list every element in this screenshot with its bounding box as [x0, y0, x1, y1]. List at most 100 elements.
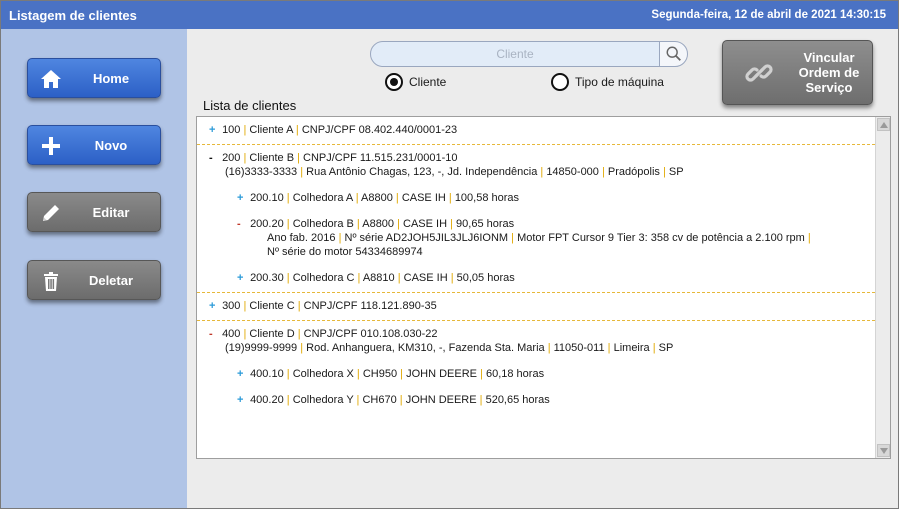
machine-hours: 520,65 horas — [485, 394, 550, 406]
machine-brand: CASE IH — [403, 272, 448, 284]
machine-model: CH950 — [362, 368, 398, 380]
pencil-icon — [43, 205, 59, 221]
machine-model: A8810 — [362, 272, 395, 284]
machine-hours: 50,05 horas — [456, 272, 515, 284]
edit-button[interactable]: Editar — [27, 192, 161, 232]
edit-button-label: Editar — [92, 205, 130, 220]
machine-row[interactable]: + 400.20 | Colhedora Y | CH670 | JOHN DE… — [209, 393, 875, 407]
machine-name: Colhedora C — [292, 272, 355, 284]
machine-row[interactable]: - 200.20 | Colhedora B | A8800 | CASE IH… — [209, 217, 875, 231]
radio-client-dot[interactable] — [385, 73, 403, 91]
search-bar — [370, 41, 688, 67]
machine-brand: CASE IH — [401, 192, 446, 204]
client-name: Cliente C — [249, 300, 295, 312]
machine-name: Colhedora B — [292, 218, 354, 230]
trash-icon — [44, 272, 58, 291]
client-doc: CNPJ/CPF 118.121.890-35 — [303, 300, 437, 312]
client-list: + 100 | Cliente A | CNPJ/CPF 08.402.440/… — [196, 116, 891, 459]
expand-icon[interactable]: + — [209, 123, 219, 137]
client-phone: (19)9999-9999 — [225, 342, 298, 354]
machine-hours: 90,65 horas — [456, 218, 515, 230]
machine-brand: JOHN DEERE — [406, 368, 477, 380]
expand-icon[interactable]: + — [237, 367, 247, 381]
client-cep: 11050-011 — [553, 342, 605, 354]
machine-name: Colhedora X — [292, 368, 354, 380]
machine-row[interactable]: + 200.10 | Colhedora A | A8800 | CASE IH… — [209, 191, 875, 205]
client-list-content: + 100 | Cliente A | CNPJ/CPF 08.402.440/… — [197, 117, 875, 414]
new-button-label: Novo — [94, 138, 128, 153]
collapse-icon[interactable]: - — [237, 217, 247, 231]
client-city: Limeira — [613, 342, 650, 354]
client-id: 400 — [222, 328, 241, 340]
machine-brand: JOHN DEERE — [405, 394, 477, 406]
filter-radio-machine-type[interactable]: Tipo de máquina — [551, 73, 664, 91]
vertical-scrollbar[interactable] — [875, 117, 890, 458]
machine-id: 200.20 — [250, 218, 284, 230]
expand-icon[interactable]: + — [237, 271, 247, 285]
link-icon — [745, 64, 773, 82]
client-row[interactable]: - 400 | Cliente D | CNPJ/CPF 010.108.030… — [197, 321, 875, 414]
app-window: Listagem de clientes Segunda-feira, 12 d… — [0, 0, 899, 509]
title-bar: Listagem de clientes Segunda-feira, 12 d… — [1, 1, 898, 29]
machine-model: CH670 — [362, 394, 397, 406]
client-id: 300 — [222, 300, 241, 312]
datetime-display: Segunda-feira, 12 de abril de 2021 14:30… — [651, 9, 886, 21]
window-title: Listagem de clientes — [9, 8, 137, 23]
plus-icon — [42, 137, 60, 155]
filter-radio-client[interactable]: Cliente — [385, 73, 446, 91]
client-state: SP — [668, 166, 684, 178]
client-doc: CNPJ/CPF 010.108.030-22 — [303, 328, 438, 340]
machine-serial: Nº série AD2JOH5JIL3JLJ6IONM — [344, 232, 509, 244]
client-id: 100 — [222, 124, 241, 136]
expand-icon[interactable]: + — [237, 393, 247, 407]
delete-button-label: Deletar — [88, 273, 134, 288]
machine-name: Colhedora A — [292, 192, 353, 204]
machine-hours: 100,58 horas — [454, 192, 520, 204]
sidebar: Home Novo Editar Deletar — [1, 29, 187, 508]
machine-row[interactable]: + 400.10 | Colhedora X | CH950 | JOHN DE… — [209, 367, 875, 381]
client-doc: CNPJ/CPF 11.515.231/0001-10 — [303, 152, 458, 164]
collapse-icon[interactable]: - — [209, 327, 219, 341]
scroll-up-arrow-icon[interactable] — [877, 118, 890, 131]
machine-brand: CASE IH — [403, 218, 448, 230]
client-city: Pradópolis — [607, 166, 660, 178]
client-name: Cliente A — [249, 124, 293, 136]
delete-button[interactable]: Deletar — [27, 260, 161, 300]
machine-name: Colhedora Y — [292, 394, 354, 406]
machine-model: A8800 — [362, 218, 395, 230]
machine-year: Ano fab. 2016 — [267, 232, 336, 244]
search-button[interactable] — [659, 41, 688, 67]
link-label-line2: Ordem de — [798, 65, 860, 80]
scroll-down-arrow-icon[interactable] — [877, 444, 890, 457]
machine-row[interactable]: + 200.30 | Colhedora C | A8810 | CASE IH… — [209, 271, 875, 285]
link-service-order-button[interactable]: Vincular Ordem de Serviço — [722, 40, 873, 105]
machine-engine: Motor FPT Cursor 9 Tier 3: 358 cv de pot… — [517, 232, 805, 244]
collapse-icon[interactable]: - — [209, 151, 219, 165]
machine-id: 400.10 — [250, 368, 284, 380]
main-panel: Cliente Tipo de máquina Vincular Ordem d… — [187, 29, 898, 508]
search-input[interactable] — [370, 41, 660, 67]
expand-icon[interactable]: + — [237, 191, 247, 205]
expand-icon[interactable]: + — [209, 299, 219, 313]
list-title: Lista de clientes — [203, 98, 297, 113]
machine-id: 200.30 — [250, 272, 284, 284]
home-button-label: Home — [92, 71, 130, 86]
client-id: 200 — [222, 152, 241, 164]
client-row[interactable]: + 300 | Cliente C | CNPJ/CPF 118.121.890… — [197, 293, 875, 321]
home-icon — [41, 70, 61, 88]
client-address: Rua Antônio Chagas, 123, -, Jd. Independ… — [306, 166, 538, 178]
radio-machine-type-dot[interactable] — [551, 73, 569, 91]
link-label-line1: Vincular — [803, 50, 855, 65]
search-icon — [666, 46, 681, 61]
home-button[interactable]: Home — [27, 58, 161, 98]
new-button[interactable]: Novo — [27, 125, 161, 165]
radio-client-label: Cliente — [409, 75, 447, 89]
client-state: SP — [658, 342, 674, 354]
client-address: Rod. Anhanguera, KM310, -, Fazenda Sta. … — [306, 342, 545, 354]
machine-model: A8800 — [361, 192, 393, 204]
client-row[interactable]: + 100 | Cliente A | CNPJ/CPF 08.402.440/… — [197, 117, 875, 145]
client-row[interactable]: - 200 | Cliente B | CNPJ/CPF 11.515.231/… — [197, 145, 875, 293]
machine-id: 200.10 — [250, 192, 284, 204]
client-name: Cliente B — [249, 152, 295, 164]
machine-engine-serial: Nº série do motor 54334689974 — [267, 246, 423, 258]
